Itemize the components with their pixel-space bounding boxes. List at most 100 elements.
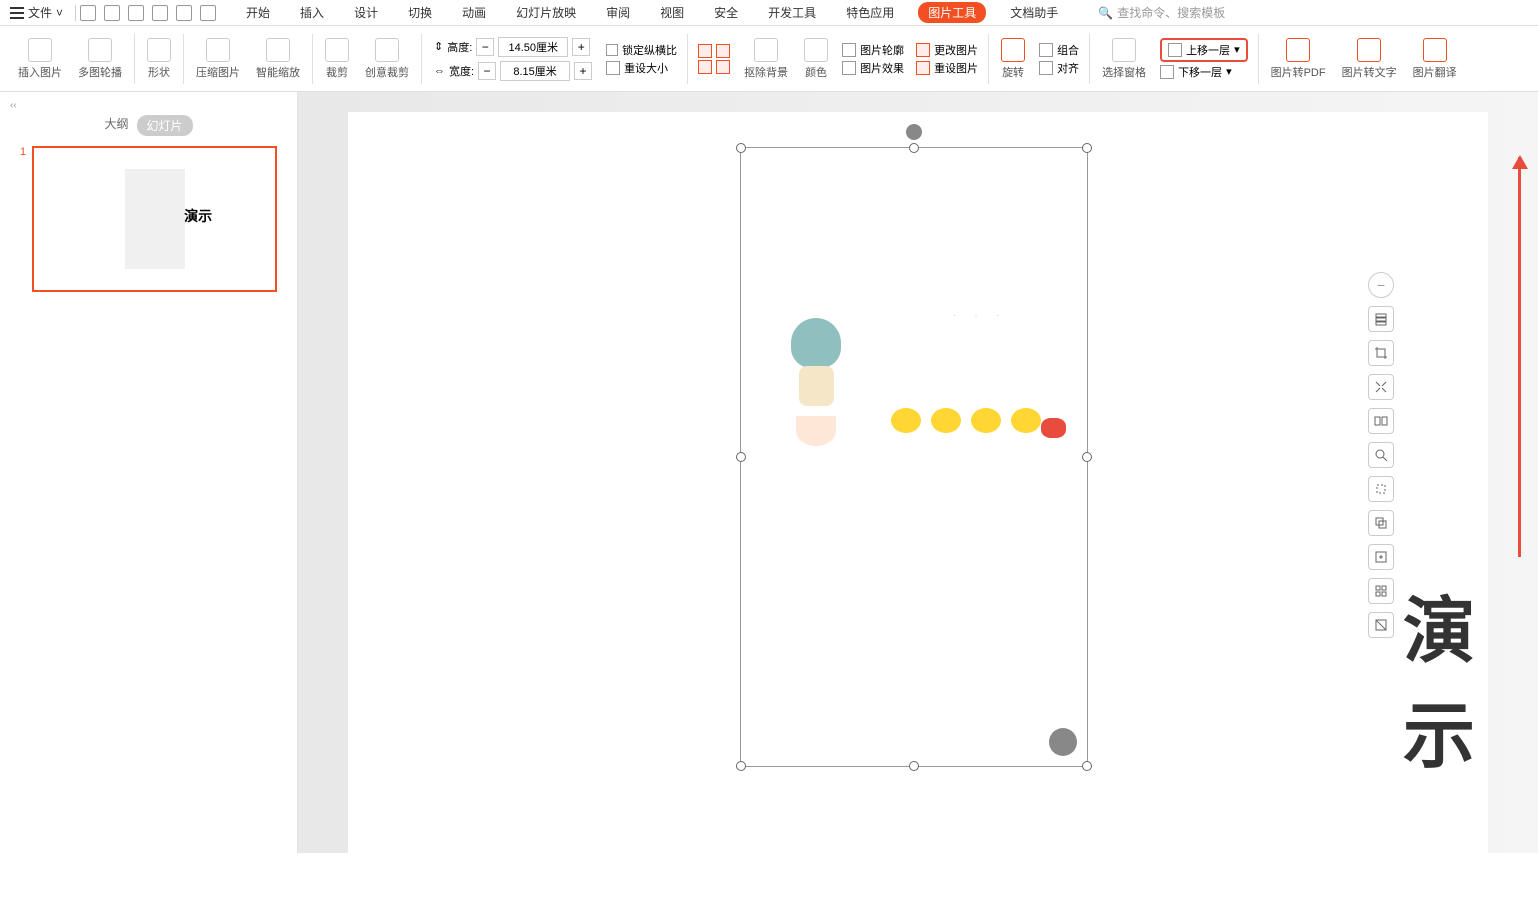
group-icon — [1039, 43, 1053, 57]
image-effect-button[interactable]: 图片效果 — [842, 60, 904, 76]
undo-icon[interactable] — [176, 5, 192, 21]
height-minus-button[interactable]: − — [476, 38, 494, 56]
align-button[interactable]: 对齐 — [1039, 60, 1079, 76]
reset-size-button[interactable]: 重设大小 — [606, 60, 677, 76]
multi-outline-button[interactable]: 多图轮播 — [70, 38, 130, 80]
save-icon[interactable] — [80, 5, 96, 21]
width-input[interactable] — [500, 61, 570, 81]
select-pane-icon — [1112, 38, 1136, 62]
float-zoom-button[interactable] — [1368, 442, 1394, 468]
tab-transition[interactable]: 切换 — [402, 2, 438, 23]
sun-icon[interactable] — [698, 60, 712, 74]
resize-handle-br[interactable] — [1082, 761, 1092, 771]
tab-start[interactable]: 开始 — [240, 2, 276, 23]
tab-security[interactable]: 安全 — [708, 2, 744, 23]
tab-doc-helper[interactable]: 文档助手 — [1004, 2, 1064, 23]
collapse-button[interactable]: ‹‹ — [0, 100, 297, 111]
search-placeholder: 查找命令、搜索模板 — [1117, 4, 1225, 21]
resize-handle-tr[interactable] — [1082, 143, 1092, 153]
float-compare-button[interactable] — [1368, 408, 1394, 434]
float-layers-button[interactable] — [1368, 306, 1394, 332]
float-export-button[interactable] — [1368, 544, 1394, 570]
to-text-button[interactable]: 图片转文字 — [1334, 38, 1405, 80]
group-button[interactable]: 组合 — [1039, 42, 1079, 58]
slide-thumbnail[interactable]: 演示 — [32, 146, 277, 292]
tab-insert[interactable]: 插入 — [294, 2, 330, 23]
change-image-button[interactable]: 更改图片 — [916, 42, 978, 58]
creative-crop-button[interactable]: 创意裁剪 — [357, 38, 417, 80]
duck-icon — [891, 408, 921, 433]
to-pdf-button[interactable]: 图片转PDF — [1263, 38, 1334, 80]
ribbon-toolbar: 插入图片 多图轮播 形状 压缩图片 智能缩放 裁剪 创意裁剪 ⇕ 高度: − + — [0, 26, 1538, 92]
width-minus-button[interactable]: − — [478, 62, 496, 80]
text-icon — [1357, 38, 1381, 62]
height-label: 高度: — [447, 39, 472, 55]
slides-tab[interactable]: 幻灯片 — [137, 115, 193, 136]
tab-animation[interactable]: 动画 — [456, 2, 492, 23]
rotate-handle[interactable] — [906, 124, 922, 140]
content-area: ‹‹ 大纲 幻灯片 1 演示 — [0, 92, 1538, 853]
outline-tab[interactable]: 大纲 — [104, 115, 128, 136]
image-action-button[interactable] — [1049, 728, 1077, 756]
file-menu[interactable]: 文件 ˅ — [10, 4, 63, 21]
print-icon[interactable] — [104, 5, 120, 21]
reset-image-button[interactable]: 重设图片 — [916, 60, 978, 76]
tab-image-tools[interactable]: 图片工具 — [918, 2, 986, 23]
moon-icon[interactable] — [716, 60, 730, 74]
remove-bg-button[interactable]: 抠除背景 — [736, 38, 796, 80]
select-pane-button[interactable]: 选择窗格 — [1094, 38, 1154, 80]
rotate-button[interactable]: 旋转 — [993, 38, 1033, 80]
float-copy-button[interactable] — [1368, 510, 1394, 536]
resize-handle-tl[interactable] — [736, 143, 746, 153]
tab-design[interactable]: 设计 — [348, 2, 384, 23]
bring-forward-button[interactable]: 上移一层▾ — [1160, 38, 1248, 62]
shape-button[interactable]: 形状 — [139, 38, 179, 80]
slides-panel: ‹‹ 大纲 幻灯片 1 演示 — [0, 92, 298, 853]
resize-handle-tm[interactable] — [909, 143, 919, 153]
redo-icon[interactable] — [200, 5, 216, 21]
send-backward-icon — [1160, 65, 1174, 79]
float-crop-button[interactable] — [1368, 340, 1394, 366]
height-arrow-icon: ⇕ — [434, 40, 443, 53]
crop-button[interactable]: 裁剪 — [317, 38, 357, 80]
selected-image[interactable]: . . . — [740, 147, 1088, 767]
multi-image-icon — [88, 38, 112, 62]
resize-handle-mr[interactable] — [1082, 452, 1092, 462]
height-plus-button[interactable]: + — [572, 38, 590, 56]
translate-button[interactable]: 图片翻译 — [1405, 38, 1465, 80]
big-text[interactable]: 演示 — [1403, 572, 1488, 782]
dropdown-icon: ▾ — [1234, 43, 1240, 56]
smart-scale-button[interactable]: 智能缩放 — [248, 38, 308, 80]
send-backward-button[interactable]: 下移一层▾ — [1160, 64, 1248, 80]
tab-slideshow[interactable]: 幻灯片放映 — [510, 2, 582, 23]
tab-special[interactable]: 特色应用 — [840, 2, 900, 23]
resize-handle-bl[interactable] — [736, 761, 746, 771]
width-plus-button[interactable]: + — [574, 62, 592, 80]
height-input[interactable] — [498, 37, 568, 57]
duck-icon — [1011, 408, 1041, 433]
bright-icon[interactable] — [698, 44, 712, 58]
float-blank-button[interactable] — [1368, 612, 1394, 638]
preview-icon[interactable] — [128, 5, 144, 21]
contrast-icon[interactable] — [716, 44, 730, 58]
slide[interactable]: . . . 演示 — [348, 112, 1488, 912]
float-grid-button[interactable] — [1368, 578, 1394, 604]
tab-review[interactable]: 审阅 — [600, 2, 636, 23]
image-outline-button[interactable]: 图片轮廓 — [842, 42, 904, 58]
search-icon[interactable] — [152, 5, 168, 21]
align-icon — [1039, 61, 1053, 75]
search-box[interactable]: 🔍 查找命令、搜索模板 — [1098, 4, 1225, 21]
float-expand-button[interactable] — [1368, 374, 1394, 400]
resize-handle-ml[interactable] — [736, 452, 746, 462]
lock-ratio-checkbox[interactable]: 锁定纵横比 — [606, 42, 677, 58]
float-select-button[interactable] — [1368, 476, 1394, 502]
insert-image-button[interactable]: 插入图片 — [10, 38, 70, 80]
color-button[interactable]: 颜色 — [796, 38, 836, 80]
tab-view[interactable]: 视图 — [654, 2, 690, 23]
outline-icon — [842, 43, 856, 57]
float-collapse-button[interactable]: − — [1368, 272, 1394, 298]
color-icon — [804, 38, 828, 62]
compress-button[interactable]: 压缩图片 — [188, 38, 248, 80]
tab-devtools[interactable]: 开发工具 — [762, 2, 822, 23]
resize-handle-bm[interactable] — [909, 761, 919, 771]
